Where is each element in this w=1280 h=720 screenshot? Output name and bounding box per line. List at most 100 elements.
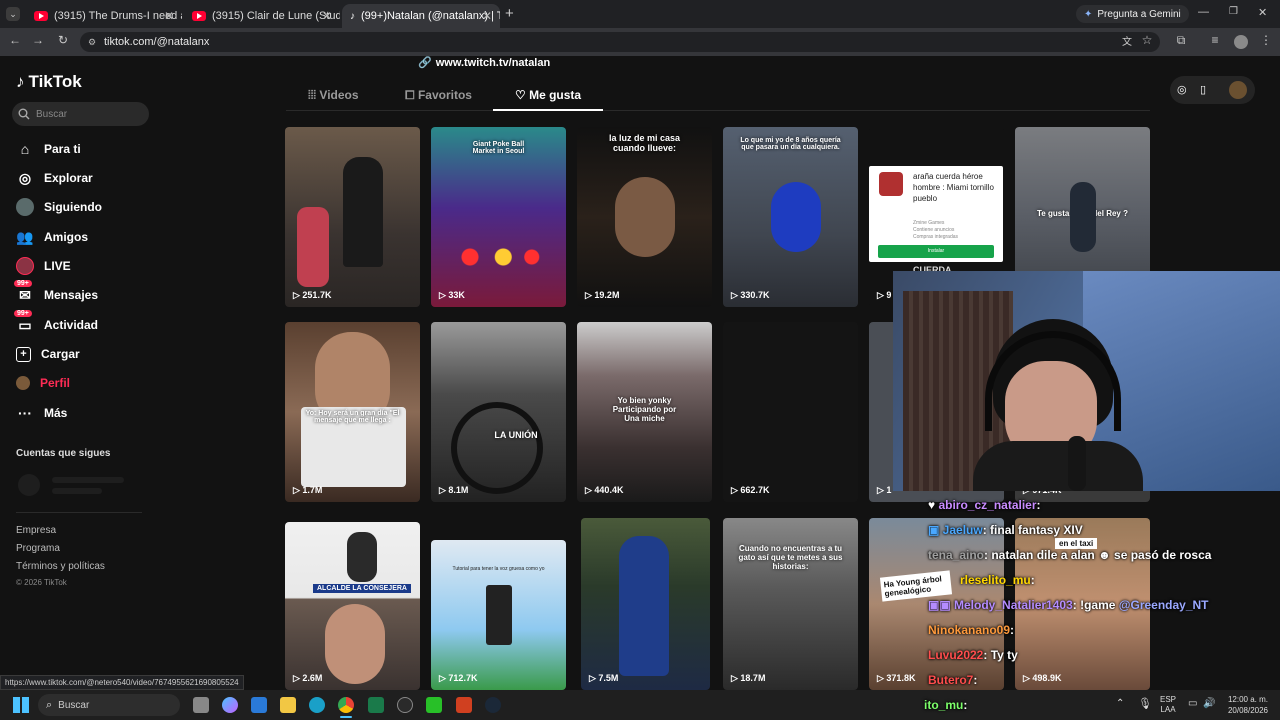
nav-actividad[interactable]: ▭ 99+ Actividad: [14, 310, 98, 336]
video-card[interactable]: Giant Poke Ball Market in Seoul ▷ 33K: [431, 127, 566, 307]
video-card[interactable]: ▷ 251.7K: [285, 127, 420, 307]
video-card[interactable]: Cuando no encuentras a tu gato así que t…: [723, 518, 858, 690]
chrome-icon[interactable]: [338, 697, 354, 713]
close-tab-icon[interactable]: ✕: [482, 9, 492, 23]
url-text: tiktok.com/@natalanx: [104, 36, 210, 48]
app-icon[interactable]: [456, 697, 472, 713]
file-explorer-icon[interactable]: [280, 697, 296, 713]
tray-chevron-icon[interactable]: ⌃: [1116, 698, 1124, 709]
network-icon[interactable]: ▭: [1188, 698, 1197, 709]
site-info-icon[interactable]: ⚙: [88, 37, 96, 48]
video-caption: LA UNIÓN: [494, 430, 538, 440]
menu-kebab-icon[interactable]: ⋮: [1257, 33, 1275, 47]
video-card[interactable]: ▷ 7.5M: [581, 518, 710, 690]
activity-badge: 99+: [14, 310, 32, 317]
forward-icon[interactable]: →: [29, 33, 47, 47]
nav-mensajes[interactable]: ✉ 99+ Mensajes: [14, 280, 98, 306]
video-views: ▷ 1: [877, 485, 892, 495]
webcam-overlay: [893, 271, 1280, 491]
copilot-icon[interactable]: [222, 697, 238, 713]
video-views: ▷ 440.4K: [585, 485, 624, 495]
profile-avatar[interactable]: [1234, 35, 1248, 49]
minimize-icon[interactable]: —: [1198, 6, 1209, 18]
close-tab-icon[interactable]: ✕: [322, 9, 332, 23]
obs-icon[interactable]: [397, 697, 413, 713]
tab-videos[interactable]: ⦙⦙⦙ Videos: [308, 88, 359, 103]
chat-badge-icon: ▣▣: [928, 598, 955, 612]
store-icon[interactable]: [251, 697, 267, 713]
extensions-icon[interactable]: ⧉: [1172, 33, 1190, 48]
video-card[interactable]: ALCALDE LA CONSEJERA ▷ 2.6M: [285, 522, 420, 690]
video-card[interactable]: Tutorial para tener la voz gruesa como y…: [431, 540, 566, 690]
thumb-sonic: [771, 182, 821, 252]
footer-empresa[interactable]: Empresa: [16, 525, 56, 536]
nav-explorar[interactable]: ◎ Explorar: [16, 167, 93, 189]
tab-list-chevron-icon[interactable]: ⌄: [6, 7, 20, 21]
edge-icon[interactable]: [309, 697, 325, 713]
taskbar-search[interactable]: ⌕ Buscar: [38, 694, 180, 716]
browser-tab-2[interactable]: (3915) Clair de Lune (Studio Ve ✕: [184, 4, 340, 28]
clock-time: 12:00 a. m.: [1227, 695, 1268, 704]
nav-perfil[interactable]: Perfil: [16, 372, 70, 394]
floating-avatar[interactable]: [1229, 81, 1247, 99]
chat-message: ito_mu:: [924, 698, 968, 712]
language-indicator[interactable]: ESP LAA: [1160, 695, 1176, 715]
clock-date: 20/08/2026: [1227, 706, 1268, 715]
following-placeholder-avatar: [18, 474, 40, 496]
windows-start-icon[interactable]: [13, 697, 29, 713]
translate-icon[interactable]: 文: [1118, 33, 1136, 48]
nav-para-ti[interactable]: ⌂ Para ti: [16, 138, 81, 160]
video-views: ▷ 330.7K: [731, 290, 770, 300]
video-caption: Tutorial para tener la voz gruesa como y…: [452, 566, 545, 572]
microphone-icon[interactable]: 🎙: [1138, 697, 1152, 710]
video-card[interactable]: ▷ 662.7K: [723, 322, 858, 502]
ad-install-button[interactable]: Instalar: [878, 245, 994, 258]
nav-live[interactable]: LIVE: [16, 255, 71, 277]
reload-icon[interactable]: ↻: [54, 33, 72, 47]
app-icon[interactable]: [368, 697, 384, 713]
task-view-icon[interactable]: [193, 697, 209, 713]
video-card[interactable]: LA UNIÓN ▷ 8.1M: [431, 322, 566, 502]
close-tab-icon[interactable]: ✕: [164, 9, 174, 23]
video-card[interactable]: Lo que mi yo de 8 años quería que pasara…: [723, 127, 858, 307]
video-views: ▷ 251.7K: [293, 290, 332, 300]
compass-floating-icon[interactable]: ◎: [1177, 83, 1187, 96]
device-icon[interactable]: ▯: [1200, 83, 1206, 96]
new-tab-button[interactable]: +: [505, 5, 514, 22]
browser-tab-3-active[interactable]: ♪ (99+)Natalan (@natalanx) | Tik ✕: [342, 4, 500, 28]
restore-icon[interactable]: ❐: [1229, 6, 1238, 17]
active-app-indicator: [340, 716, 352, 718]
back-icon[interactable]: ←: [6, 33, 24, 47]
video-views: ▷ 712.7K: [439, 673, 478, 683]
video-card[interactable]: Yo: Hoy será un gran día "El mensaje que…: [285, 322, 420, 502]
nav-label: Para ti: [44, 142, 81, 156]
address-bar[interactable]: ⚙ tiktok.com/@natalanx: [80, 32, 1160, 52]
tiktok-logo[interactable]: ♪ TikTok: [16, 72, 82, 92]
search-box[interactable]: Buscar: [12, 102, 149, 126]
close-window-icon[interactable]: ✕: [1258, 6, 1267, 19]
nav-siguiendo[interactable]: Siguiendo: [16, 196, 102, 218]
video-card[interactable]: Yo bien yonky Participando por Una miche…: [577, 322, 712, 502]
footer-programa[interactable]: Programa: [16, 543, 60, 554]
nav-amigos[interactable]: 👥 Amigos: [16, 226, 88, 248]
thumb-politician: [347, 532, 377, 582]
video-views: ▷ 498.9K: [1023, 673, 1062, 683]
browser-tab-1[interactable]: (3915) The Drums-I need a Doc ✕: [26, 4, 182, 28]
video-card[interactable]: la luz de mi casa cuando llueve: ▷ 19.2M: [577, 127, 712, 307]
bookmark-star-icon[interactable]: ☆: [1138, 33, 1156, 47]
nav-cargar[interactable]: + Cargar: [16, 343, 80, 365]
gemini-button[interactable]: ✦ Pregunta a Gemini: [1076, 5, 1189, 23]
tab-favoritos[interactable]: ⧠ Favoritos: [405, 88, 472, 103]
reading-list-icon[interactable]: ≡: [1206, 33, 1224, 47]
volume-icon[interactable]: 🔊: [1203, 698, 1215, 709]
video-caption: Yo: Hoy será un gran día "El mensaje que…: [305, 410, 400, 424]
nav-mas[interactable]: ··· Más: [16, 402, 67, 424]
browser-tab-title: (3915) Clair de Lune (Studio Ve: [212, 10, 340, 22]
profile-link[interactable]: 🔗 www.twitch.tv/natalan: [418, 56, 550, 70]
app-icon[interactable]: [426, 697, 442, 713]
video-caption: Cuando no encuentras a tu gato así que t…: [738, 544, 843, 571]
tab-me-gusta[interactable]: ♡ Me gusta: [515, 88, 581, 102]
steam-icon[interactable]: [485, 697, 501, 713]
clock[interactable]: 12:00 a. m. 20/08/2026: [1222, 694, 1268, 716]
footer-terminos[interactable]: Términos y políticas: [16, 561, 105, 572]
